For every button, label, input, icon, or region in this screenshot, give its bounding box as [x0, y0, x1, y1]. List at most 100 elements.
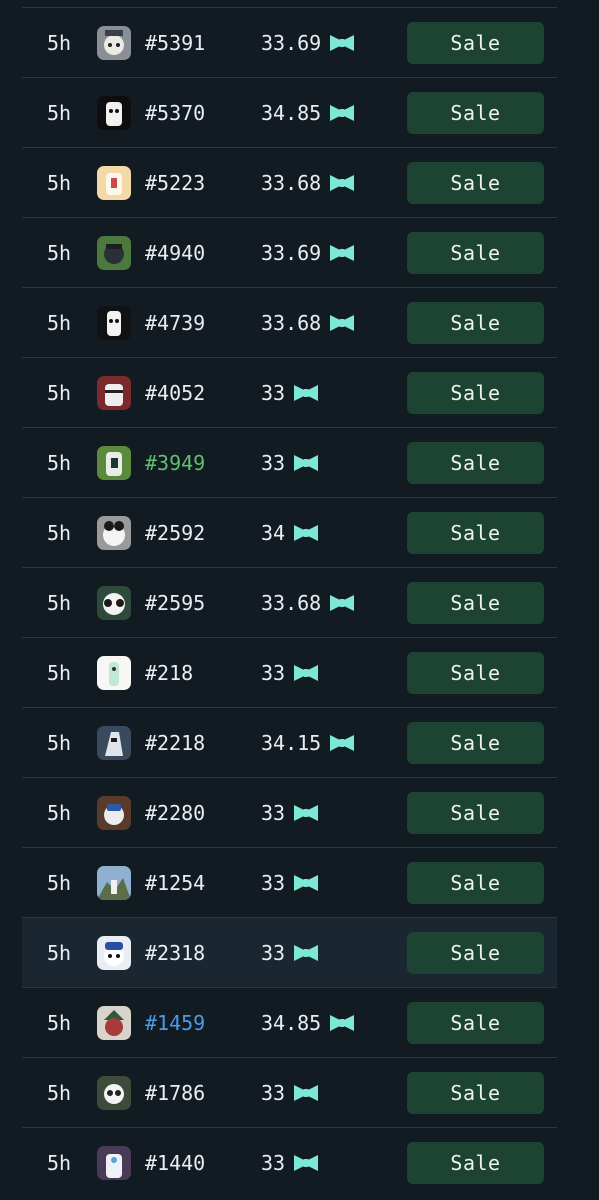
sale-price: 33.69: [261, 31, 356, 55]
sale-button[interactable]: Sale: [407, 91, 544, 134]
price-value: 33: [261, 1150, 286, 1175]
token-link[interactable]: #2595: [145, 591, 205, 615]
sale-button[interactable]: Sale: [407, 651, 544, 694]
sale-time: 5h: [47, 1150, 72, 1175]
nft-thumbnail[interactable]: [97, 25, 131, 60]
sale-price: 33: [261, 381, 320, 405]
nft-thumbnail[interactable]: [97, 515, 131, 550]
sale-time: 5h: [47, 30, 72, 55]
sale-row: 5h #2318 33 Sale: [22, 917, 557, 987]
sale-row: 5h #2280 33 Sale: [22, 777, 557, 847]
sale-time: 5h: [47, 240, 72, 265]
sale-row: 5h #1254 33 Sale: [22, 847, 557, 917]
price-value: 33.68: [261, 170, 322, 195]
sale-time: 5h: [47, 310, 72, 335]
sale-button[interactable]: Sale: [407, 581, 544, 624]
price-value: 33: [261, 940, 286, 965]
token-link[interactable]: #218: [145, 661, 193, 685]
token-link[interactable]: #1786: [145, 1081, 205, 1105]
sale-button[interactable]: Sale: [407, 371, 544, 414]
sale-time: 5h: [47, 800, 72, 825]
sale-row: 5h #4739 33.68 Sale: [22, 287, 557, 357]
token-link[interactable]: #4052: [145, 381, 205, 405]
nft-thumbnail[interactable]: [97, 655, 131, 690]
nft-thumbnail[interactable]: [97, 95, 131, 130]
sale-price: 34.85: [261, 101, 356, 125]
sale-row: 5h #218 33 Sale: [22, 637, 557, 707]
token-link[interactable]: #4739: [145, 311, 205, 335]
price-value: 33.69: [261, 30, 322, 55]
token-link[interactable]: #1440: [145, 1151, 205, 1175]
price-value: 33: [261, 660, 286, 685]
sale-time: 5h: [47, 660, 72, 685]
bow-tie-icon: [292, 1152, 320, 1174]
token-link[interactable]: #4940: [145, 241, 205, 265]
sale-button[interactable]: Sale: [407, 1141, 544, 1184]
bow-tie-icon: [292, 452, 320, 474]
sale-time: 5h: [47, 380, 72, 405]
bow-tie-icon: [292, 662, 320, 684]
sale-time: 5h: [47, 940, 72, 965]
price-value: 34: [261, 520, 286, 545]
token-link[interactable]: #5223: [145, 171, 205, 195]
nft-thumbnail[interactable]: [97, 935, 131, 970]
nft-thumbnail[interactable]: [97, 865, 131, 900]
bow-tie-icon: [292, 942, 320, 964]
sale-button[interactable]: Sale: [407, 791, 544, 834]
sale-button[interactable]: Sale: [407, 301, 544, 344]
nft-thumbnail[interactable]: [97, 1075, 131, 1110]
price-value: 33: [261, 380, 286, 405]
nft-thumbnail[interactable]: [97, 235, 131, 270]
token-link[interactable]: #1459: [145, 1011, 205, 1035]
sales-activity-list: 5h #5391 33.69 Sale 5h #5370 34.85 Sale …: [22, 7, 557, 1197]
sale-time: 5h: [47, 450, 72, 475]
sale-button[interactable]: Sale: [407, 161, 544, 204]
nft-thumbnail[interactable]: [97, 375, 131, 410]
bow-tie-icon: [328, 242, 356, 264]
sale-price: 33.69: [261, 241, 356, 265]
sale-row: 5h #2218 34.15 Sale: [22, 707, 557, 777]
sale-button[interactable]: Sale: [407, 231, 544, 274]
nft-thumbnail[interactable]: [97, 305, 131, 340]
token-link[interactable]: #2592: [145, 521, 205, 545]
nft-thumbnail[interactable]: [97, 585, 131, 620]
sale-price: 34: [261, 521, 320, 545]
token-link[interactable]: #2280: [145, 801, 205, 825]
bow-tie-icon: [292, 522, 320, 544]
sale-row: 5h #5391 33.69 Sale: [22, 7, 557, 77]
sale-button[interactable]: Sale: [407, 1001, 544, 1044]
nft-thumbnail[interactable]: [97, 1145, 131, 1180]
token-link[interactable]: #5370: [145, 101, 205, 125]
sale-time: 5h: [47, 870, 72, 895]
sale-button[interactable]: Sale: [407, 861, 544, 904]
sale-button[interactable]: Sale: [407, 721, 544, 764]
nft-thumbnail[interactable]: [97, 445, 131, 480]
bow-tie-icon: [328, 312, 356, 334]
bow-tie-icon: [328, 592, 356, 614]
nft-thumbnail[interactable]: [97, 165, 131, 200]
price-value: 34.85: [261, 100, 322, 125]
bow-tie-icon: [292, 1082, 320, 1104]
bow-tie-icon: [328, 32, 356, 54]
token-link[interactable]: #3949: [145, 451, 205, 475]
price-value: 33.68: [261, 310, 322, 335]
token-link[interactable]: #2318: [145, 941, 205, 965]
sale-row: 5h #5370 34.85 Sale: [22, 77, 557, 147]
sale-button[interactable]: Sale: [407, 931, 544, 974]
token-link[interactable]: #5391: [145, 31, 205, 55]
sale-button[interactable]: Sale: [407, 511, 544, 554]
sale-button[interactable]: Sale: [407, 21, 544, 64]
sale-row: 5h #1459 34.85 Sale: [22, 987, 557, 1057]
sale-button[interactable]: Sale: [407, 1071, 544, 1114]
bow-tie-icon: [328, 1012, 356, 1034]
sale-price: 33: [261, 941, 320, 965]
nft-thumbnail[interactable]: [97, 1005, 131, 1040]
token-link[interactable]: #1254: [145, 871, 205, 895]
token-link[interactable]: #2218: [145, 731, 205, 755]
nft-thumbnail[interactable]: [97, 795, 131, 830]
sale-row: 5h #2595 33.68 Sale: [22, 567, 557, 637]
sale-price: 34.85: [261, 1011, 356, 1035]
price-value: 33: [261, 450, 286, 475]
sale-button[interactable]: Sale: [407, 441, 544, 484]
nft-thumbnail[interactable]: [97, 725, 131, 760]
